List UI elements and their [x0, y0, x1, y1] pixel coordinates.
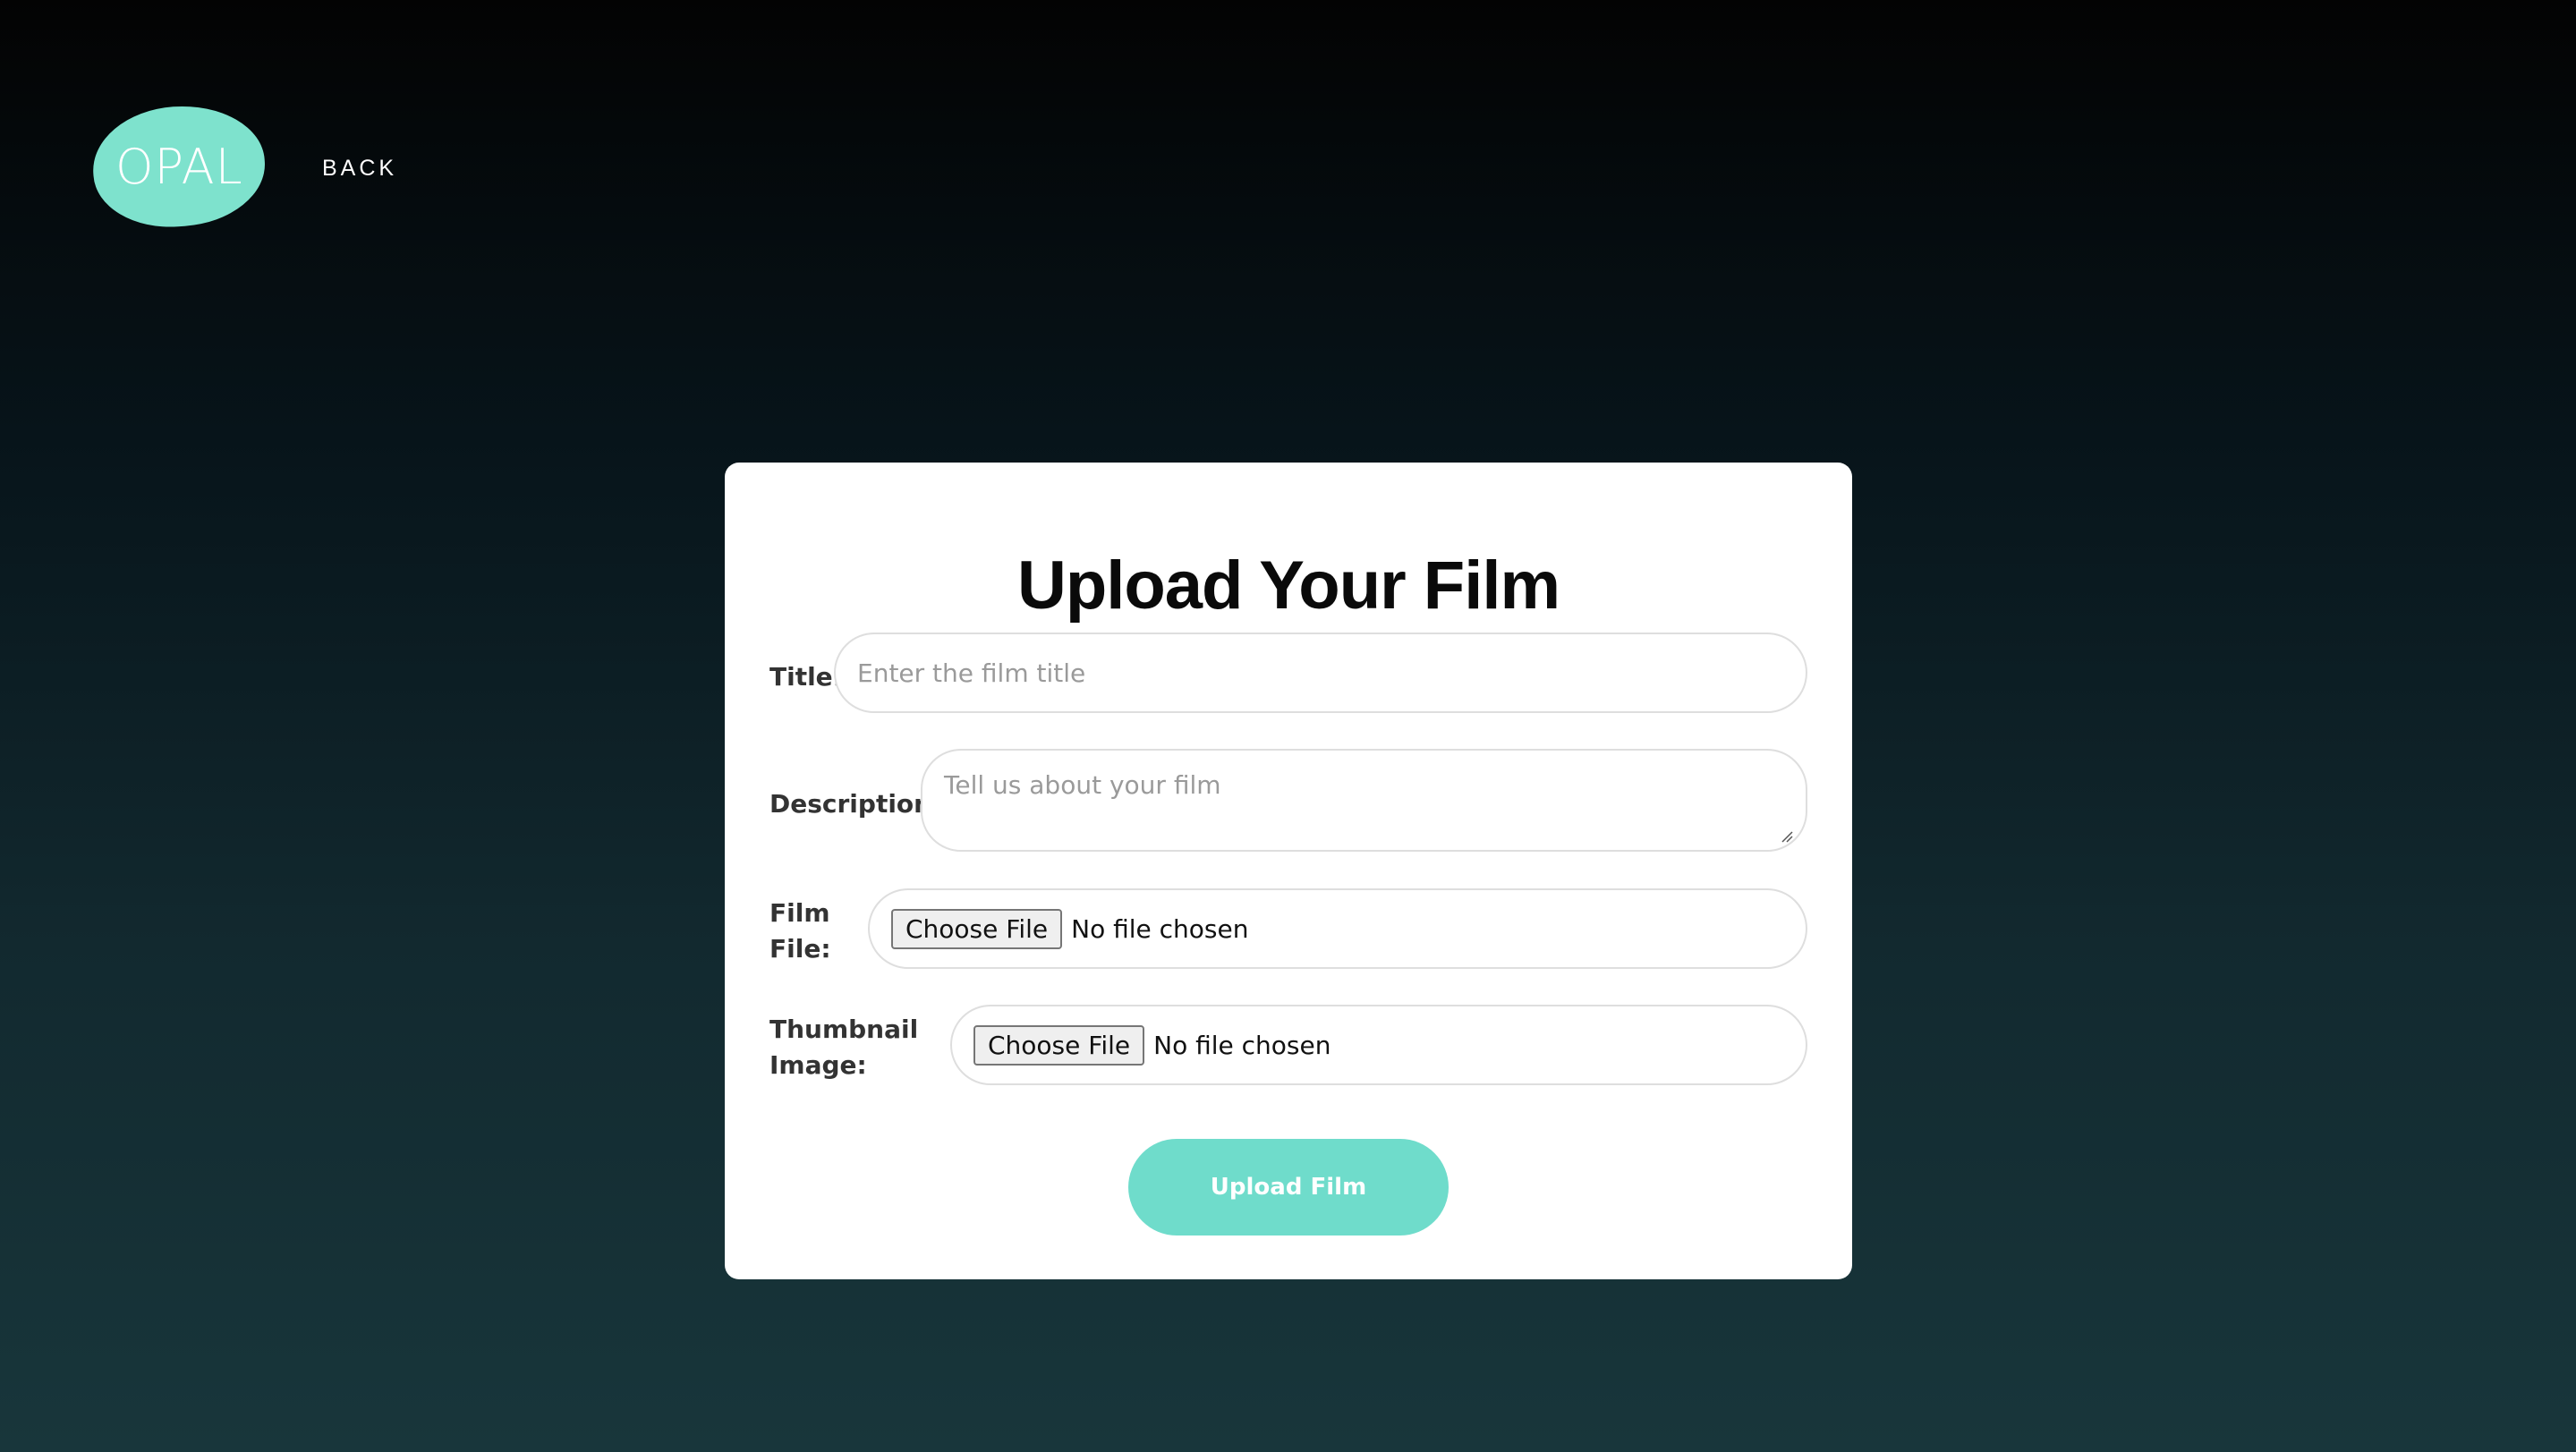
logo-text: OPAL — [115, 138, 243, 195]
description-wrapper — [921, 749, 1807, 852]
back-link[interactable]: BACK — [322, 156, 397, 182]
description-textarea[interactable] — [921, 749, 1807, 852]
thumbnail-file-input[interactable]: Choose File No file chosen — [950, 1005, 1807, 1085]
thumbnail-label: Thumbnail Image: — [769, 1012, 918, 1083]
upload-film-button[interactable]: Upload Film — [1128, 1139, 1449, 1235]
thumbnail-file-status: No file chosen — [1153, 1030, 1331, 1060]
thumbnail-label-line2: Image: — [769, 1050, 867, 1080]
title-input[interactable] — [834, 633, 1807, 713]
film-file-input[interactable]: Choose File No file chosen — [868, 888, 1807, 969]
title-label: Title: — [769, 662, 843, 692]
film-file-label-line1: Film — [769, 898, 830, 928]
thumbnail-label-line1: Thumbnail — [769, 1015, 919, 1044]
film-file-label-line2: File: — [769, 934, 831, 964]
description-label: Description: — [769, 789, 942, 819]
thumbnail-choose-file-button[interactable]: Choose File — [973, 1024, 1145, 1066]
film-choose-file-button[interactable]: Choose File — [891, 908, 1063, 949]
film-file-status: No file chosen — [1071, 913, 1249, 944]
page-title: Upload Your Film — [1016, 548, 1560, 624]
upload-form-card: Upload Your Film Title: Description: Fil… — [725, 463, 1852, 1279]
resize-grip-icon[interactable] — [1781, 830, 1793, 843]
film-file-label: Film File: — [769, 896, 831, 967]
opal-logo[interactable]: OPAL — [89, 100, 269, 233]
